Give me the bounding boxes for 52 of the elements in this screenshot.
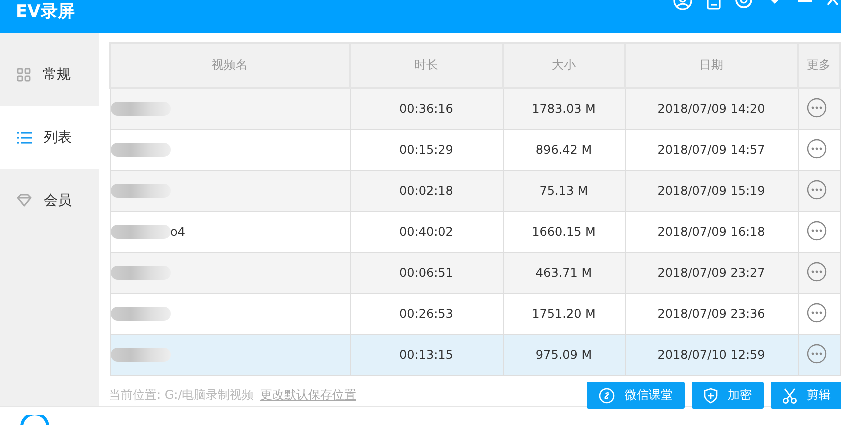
size-text: 75.13 M <box>540 184 588 198</box>
table-row[interactable]: 00:36:16 1783.03 M 2018/07/09 14:20 <box>110 88 840 130</box>
more-icon[interactable] <box>806 98 826 118</box>
video-name: o4 <box>170 224 186 239</box>
diamond-icon <box>17 194 32 207</box>
date-text: 2018/07/09 16:18 <box>658 225 766 239</box>
size-text: 896.42 M <box>536 143 592 157</box>
table-row[interactable]: 00:02:18 75.13 M 2018/07/09 15:19 <box>110 170 840 212</box>
more-icon[interactable] <box>806 220 826 240</box>
duration-text: 00:15:29 <box>400 143 454 157</box>
location-text: 当前位置: G:/电脑录制视频 <box>109 387 254 404</box>
more-icon[interactable] <box>806 302 826 322</box>
size-text: 1660.15 M <box>532 225 596 239</box>
size-text: 463.71 M <box>536 266 592 280</box>
blurred-text <box>110 307 170 322</box>
blurred-text <box>110 266 170 280</box>
sidebar-item[interactable]: 会员 <box>0 169 99 232</box>
table-row[interactable]: 00:13:15 975.09 M 2018/07/10 12:59 <box>110 334 840 376</box>
more-icon[interactable] <box>806 138 826 158</box>
sidebar-item[interactable]: 常规 <box>0 43 99 106</box>
more-icon[interactable] <box>806 344 826 364</box>
scissors-icon <box>783 388 797 404</box>
size-text: 1783.03 M <box>532 102 596 116</box>
duration-text: 00:02:18 <box>400 184 454 198</box>
date-text: 2018/07/09 23:36 <box>658 307 766 321</box>
logo-icon <box>20 415 50 425</box>
date-text: 2018/07/09 14:57 <box>658 143 766 157</box>
window-title: EV录屏 <box>16 2 75 22</box>
sidebar-item[interactable]: 列表 <box>0 106 99 169</box>
duration-text: 00:40:02 <box>400 225 454 239</box>
date-text: 2018/07/09 23:27 <box>658 266 766 280</box>
blurred-text <box>110 102 170 116</box>
duration-text: 00:36:16 <box>400 102 454 116</box>
size-text: 975.09 M <box>536 348 592 362</box>
blurred-text <box>110 184 170 198</box>
table-row[interactable]: 00:06:51 463.71 M 2018/07/09 23:27 <box>110 252 840 294</box>
shield-icon <box>704 388 718 404</box>
date-text: 2018/07/09 14:20 <box>658 102 766 116</box>
list-icon <box>17 132 32 144</box>
duration-text: 00:26:53 <box>400 307 454 321</box>
grid-icon <box>17 68 31 82</box>
duration-text: 00:13:15 <box>400 348 454 362</box>
more-icon[interactable] <box>806 180 826 200</box>
blurred-text <box>110 143 170 158</box>
duration-text: 00:06:51 <box>400 266 454 280</box>
blurred-text <box>110 225 170 240</box>
link-icon <box>599 388 615 404</box>
date-text: 2018/07/09 15:19 <box>658 184 766 198</box>
more-icon[interactable] <box>806 262 826 282</box>
blurred-text <box>110 348 170 362</box>
size-text: 1751.20 M <box>532 307 596 321</box>
date-text: 2018/07/10 12:59 <box>658 348 766 362</box>
